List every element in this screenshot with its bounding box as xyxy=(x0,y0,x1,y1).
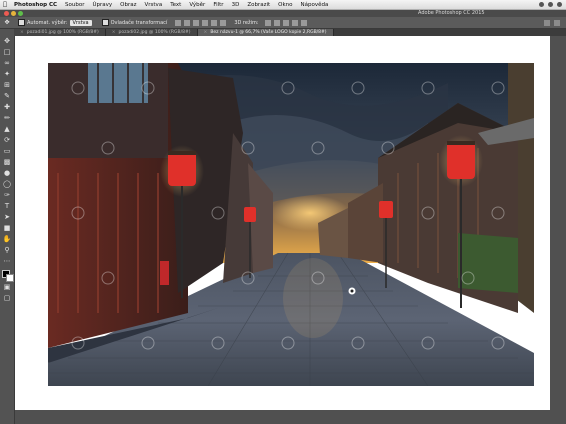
3d-rotate-icon[interactable] xyxy=(264,19,271,26)
zoom-tool-icon[interactable]: ⚲ xyxy=(3,246,11,254)
3d-mode-label: 3D režim: xyxy=(234,19,259,26)
stamp-tool-icon[interactable]: ▲ xyxy=(3,125,11,133)
menu-okno[interactable]: Okno xyxy=(274,2,296,8)
type-tool-icon[interactable]: T xyxy=(3,202,11,210)
mac-menu-bar:  Photoshop CC Soubor Úpravy Obraz Vrstv… xyxy=(0,0,566,10)
tab-label: pozadi02.jpg @ 100% (RGB/8#) xyxy=(118,30,191,35)
3d-drag-icon[interactable] xyxy=(282,19,289,26)
menu-3d[interactable]: 3D xyxy=(228,2,244,8)
move-tool-icon[interactable]: ✥ xyxy=(0,19,14,26)
color-swatches[interactable] xyxy=(2,270,14,282)
more-tools-icon[interactable]: ⋯ xyxy=(3,257,11,265)
document-tab-active[interactable]: × Bez názvu-1 @ 66,7% (Vaše LOGO kopie 2… xyxy=(197,29,334,36)
healing-tool-icon[interactable]: ✚ xyxy=(3,103,11,111)
status-icon[interactable] xyxy=(557,2,562,7)
quick-select-tool-icon[interactable]: ✦ xyxy=(3,70,11,78)
document-tabs: × pozadi01.jpg @ 100% (RGB/8#) × pozadi0… xyxy=(14,29,566,36)
brush-tool-icon[interactable]: ✏ xyxy=(3,114,11,122)
street-photo[interactable] xyxy=(48,63,534,386)
auto-select-checkbox[interactable] xyxy=(18,19,25,26)
3d-mode-buttons xyxy=(264,19,307,26)
path-select-tool-icon[interactable]: ➤ xyxy=(3,213,11,221)
menu-text[interactable]: Text xyxy=(166,2,185,8)
eraser-tool-icon[interactable]: ▭ xyxy=(3,147,11,155)
align-middle-icon[interactable] xyxy=(184,19,191,26)
search-icon[interactable] xyxy=(554,19,560,26)
document-tab[interactable]: × pozadi01.jpg @ 100% (RGB/8#) xyxy=(14,29,106,36)
cursor xyxy=(348,287,356,295)
minimize-window-button[interactable] xyxy=(11,11,16,16)
align-buttons xyxy=(175,19,227,26)
menu-app-name[interactable]: Photoshop CC xyxy=(10,2,61,8)
3d-slide-icon[interactable] xyxy=(291,19,298,26)
align-bottom-icon[interactable] xyxy=(193,19,200,26)
show-transform-checkbox[interactable] xyxy=(101,19,109,26)
quick-mask-icon[interactable]: ▣ xyxy=(3,283,11,291)
align-center-icon[interactable] xyxy=(211,19,218,26)
status-icon[interactable] xyxy=(548,2,553,7)
tab-label: pozadi01.jpg @ 100% (RGB/8#) xyxy=(26,30,99,35)
align-left-icon[interactable] xyxy=(202,19,209,26)
tools-panel: ✥ □ ∞ ✦ ⊞ ✎ ✚ ✏ ▲ ⟳ ▭ ▩ ● ◯ ✑ T ➤ ■ ✋ ⚲ … xyxy=(0,29,15,424)
align-right-icon[interactable] xyxy=(220,19,227,26)
menu-soubor[interactable]: Soubor xyxy=(61,2,88,8)
zoom-window-button[interactable] xyxy=(18,11,23,16)
workspace-icon[interactable] xyxy=(544,19,550,26)
auto-select-dropdown[interactable]: Vrstva xyxy=(69,19,92,26)
pen-tool-icon[interactable]: ✑ xyxy=(3,191,11,199)
dodge-tool-icon[interactable]: ◯ xyxy=(3,180,11,188)
close-tab-icon[interactable]: × xyxy=(204,30,208,35)
menu-zobrazit[interactable]: Zobrazit xyxy=(243,2,274,8)
window-title: Adobe Photoshop CC 2015 xyxy=(418,10,485,16)
menu-obraz[interactable]: Obraz xyxy=(116,2,140,8)
lasso-tool-icon[interactable]: ∞ xyxy=(3,59,11,67)
screen-mode-icon[interactable]: ▢ xyxy=(3,294,11,302)
options-bar: ✥ Automat. výběr: Vrstva Ovladače transf… xyxy=(0,17,566,29)
menu-vrstva[interactable]: Vrstva xyxy=(141,2,167,8)
close-tab-icon[interactable]: × xyxy=(112,30,116,35)
auto-select-label: Automat. výběr: xyxy=(27,19,68,26)
shape-tool-icon[interactable]: ■ xyxy=(3,224,11,232)
menu-napoveda[interactable]: Nápověda xyxy=(297,2,333,8)
window-title-bar: Adobe Photoshop CC 2015 xyxy=(0,10,566,17)
menu-status-icons xyxy=(539,2,566,7)
blur-tool-icon[interactable]: ● xyxy=(3,169,11,177)
show-transform-label: Ovladače transformací xyxy=(110,19,168,26)
status-icon[interactable] xyxy=(539,2,544,7)
hand-tool-icon[interactable]: ✋ xyxy=(3,235,12,243)
gradient-tool-icon[interactable]: ▩ xyxy=(3,158,11,166)
3d-scale-icon[interactable] xyxy=(300,19,307,26)
close-window-button[interactable] xyxy=(4,11,9,16)
background-color[interactable] xyxy=(6,274,14,282)
workspace-switcher xyxy=(544,19,566,26)
eyedropper-tool-icon[interactable]: ✎ xyxy=(3,92,11,100)
apple-logo-icon[interactable]:  xyxy=(0,1,10,8)
crop-tool-icon[interactable]: ⊞ xyxy=(3,81,11,89)
marquee-tool-icon[interactable]: □ xyxy=(3,48,11,56)
menu-filtr[interactable]: Filtr xyxy=(209,2,227,8)
align-top-icon[interactable] xyxy=(175,19,182,26)
menu-upravy[interactable]: Úpravy xyxy=(89,2,117,8)
move-tool-icon[interactable]: ✥ xyxy=(3,37,11,45)
tab-label: Bez názvu-1 @ 66,7% (Vaše LOGO kopie 2,R… xyxy=(210,30,327,35)
3d-roll-icon[interactable] xyxy=(273,19,280,26)
window-controls xyxy=(4,11,23,16)
history-brush-tool-icon[interactable]: ⟳ xyxy=(3,136,11,144)
document-canvas[interactable] xyxy=(15,36,550,410)
close-tab-icon[interactable]: × xyxy=(20,30,24,35)
menu-vyber[interactable]: Výběr xyxy=(185,2,209,8)
document-tab[interactable]: × pozadi02.jpg @ 100% (RGB/8#) xyxy=(105,29,198,36)
